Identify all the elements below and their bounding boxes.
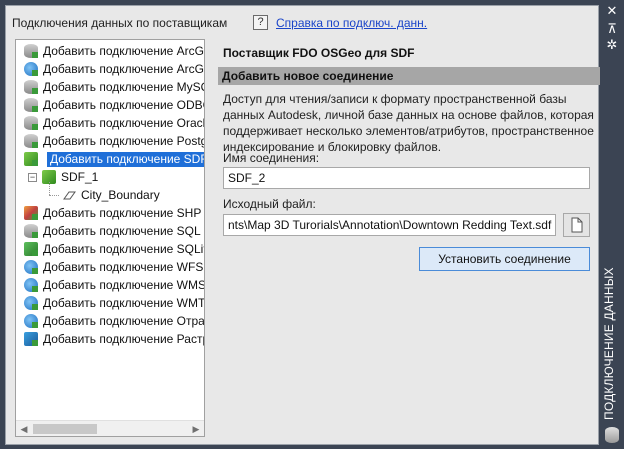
tree-item-label: Добавить подключение Отра — [43, 314, 205, 328]
section-title: Добавить новое соединение — [222, 69, 394, 83]
tree-item-label: Добавить подключение Растр — [43, 332, 205, 346]
tree-item[interactable]: Добавить подключение WMS — [16, 276, 204, 294]
provider-tree[interactable]: Добавить подключение ArcGI Добавить подкл… — [15, 39, 205, 437]
add-badge-icon — [32, 304, 38, 310]
tree-item[interactable]: Добавить подключение SQL S — [16, 222, 204, 240]
scroll-left-icon[interactable]: ◀ — [18, 423, 30, 435]
tree-item-label: Добавить подключение ODBC — [43, 98, 205, 112]
tree-item[interactable]: Добавить подключение ODBC — [16, 96, 204, 114]
tree-connector — [49, 195, 59, 196]
tree-item-label: Добавить подключение SDF — [47, 152, 204, 167]
tree-item[interactable]: Добавить подключение SQLit — [16, 240, 204, 258]
tree-item-label: Добавить подключение SHP — [43, 206, 202, 220]
tree-item-label: Добавить подключение MySQ — [43, 80, 205, 94]
add-badge-icon — [32, 52, 38, 58]
tree-connector — [49, 182, 50, 195]
close-icon[interactable]: ✕ — [600, 4, 624, 20]
tree-item[interactable]: Добавить подключение ArcGI — [16, 42, 204, 60]
tree-item-label: SDF_1 — [61, 170, 99, 184]
add-badge-icon — [32, 88, 38, 94]
tree-item-label: Добавить подключение WMS — [43, 278, 205, 292]
browse-button[interactable] — [563, 213, 590, 237]
add-badge-icon — [32, 232, 38, 238]
scroll-right-icon[interactable]: ▶ — [190, 423, 202, 435]
tree-item[interactable]: Добавить подключение MySQ — [16, 78, 204, 96]
collapse-icon[interactable]: − — [28, 173, 37, 182]
provider-description: Доступ для чтения/записи к формату прост… — [223, 92, 594, 154]
connection-name-label: Имя соединения: — [223, 151, 320, 165]
tree-item[interactable]: Добавить подключение SDF — [16, 150, 204, 168]
horizontal-scrollbar[interactable]: ◀ ▶ — [16, 420, 204, 436]
tree-item[interactable]: Добавить подключение SHP — [16, 204, 204, 222]
file-icon — [571, 217, 583, 233]
tree-item[interactable]: Добавить подключение ArcGI — [16, 60, 204, 78]
panel-header-title: Подключения данных по поставщикам — [12, 16, 228, 30]
provider-title: Поставщик FDO OSGeo для SDF — [223, 46, 415, 60]
tree-item[interactable]: Добавить подключение WMT — [16, 294, 204, 312]
tree-item-label: Добавить подключение ArcGI — [43, 44, 205, 58]
tree-item-label: Добавить подключение ArcGI — [43, 62, 205, 76]
settings-icon[interactable]: ✲ — [600, 38, 624, 54]
tree-child-item[interactable]: − SDF_1 — [16, 168, 204, 186]
add-badge-icon — [32, 268, 38, 274]
help-link[interactable]: Справка по подключ. данн. — [276, 16, 427, 30]
tree-item-label: Добавить подключение Oracl — [43, 116, 205, 130]
tree-item-label: Добавить подключение SQL S — [43, 224, 205, 238]
add-badge-icon — [32, 124, 38, 130]
tree-item[interactable]: Добавить подключение Oracl — [16, 114, 204, 132]
source-file-field[interactable]: nts\Map 3D Turorials\Annotation\Downtown… — [223, 214, 556, 236]
connect-button[interactable]: Установить соединение — [419, 247, 590, 271]
section-header: Добавить новое соединение — [218, 67, 600, 85]
tree-item-label: Добавить подключение SQLit — [43, 242, 205, 256]
connection-name-field[interactable]: SDF_2 — [223, 167, 590, 189]
data-connect-panel: Подключения данных по поставщикам ? Спра… — [5, 5, 600, 445]
tree-item[interactable]: Добавить подключение Отра — [16, 312, 204, 330]
scrollbar-thumb[interactable] — [33, 424, 97, 434]
source-file-label: Исходный файл: — [223, 197, 316, 211]
tree-item[interactable]: Добавить подключение Postg — [16, 132, 204, 150]
tree-item[interactable]: Добавить подключение WFS — [16, 258, 204, 276]
add-badge-icon — [32, 340, 38, 346]
add-badge-icon — [32, 214, 38, 220]
tree-item-label: City_Boundary — [81, 188, 160, 202]
add-badge-icon — [32, 160, 38, 166]
tree-item-label: Добавить подключение WFS — [43, 260, 204, 274]
add-badge-icon — [32, 142, 38, 148]
help-icon[interactable]: ? — [253, 15, 268, 30]
add-badge-icon — [32, 106, 38, 112]
add-badge-icon — [32, 70, 38, 76]
tree-child-item[interactable]: City_Boundary — [16, 182, 204, 204]
pin-icon[interactable]: ⊼ — [600, 22, 624, 38]
add-badge-icon — [32, 286, 38, 292]
tree-item-label: Добавить подключение Postg — [43, 134, 205, 148]
data-connect-icon — [605, 427, 619, 443]
tree-item[interactable]: Добавить подключение Растр — [16, 330, 204, 348]
add-badge-icon — [32, 250, 38, 256]
palette-title-bar: ✕ ⊼ ✲ ПОДКЛЮЧЕНИЕ ДАННЫХ — [600, 0, 624, 449]
add-badge-icon — [32, 322, 38, 328]
polygon-icon — [63, 191, 76, 200]
tree-item-label: Добавить подключение WMT — [43, 296, 205, 310]
